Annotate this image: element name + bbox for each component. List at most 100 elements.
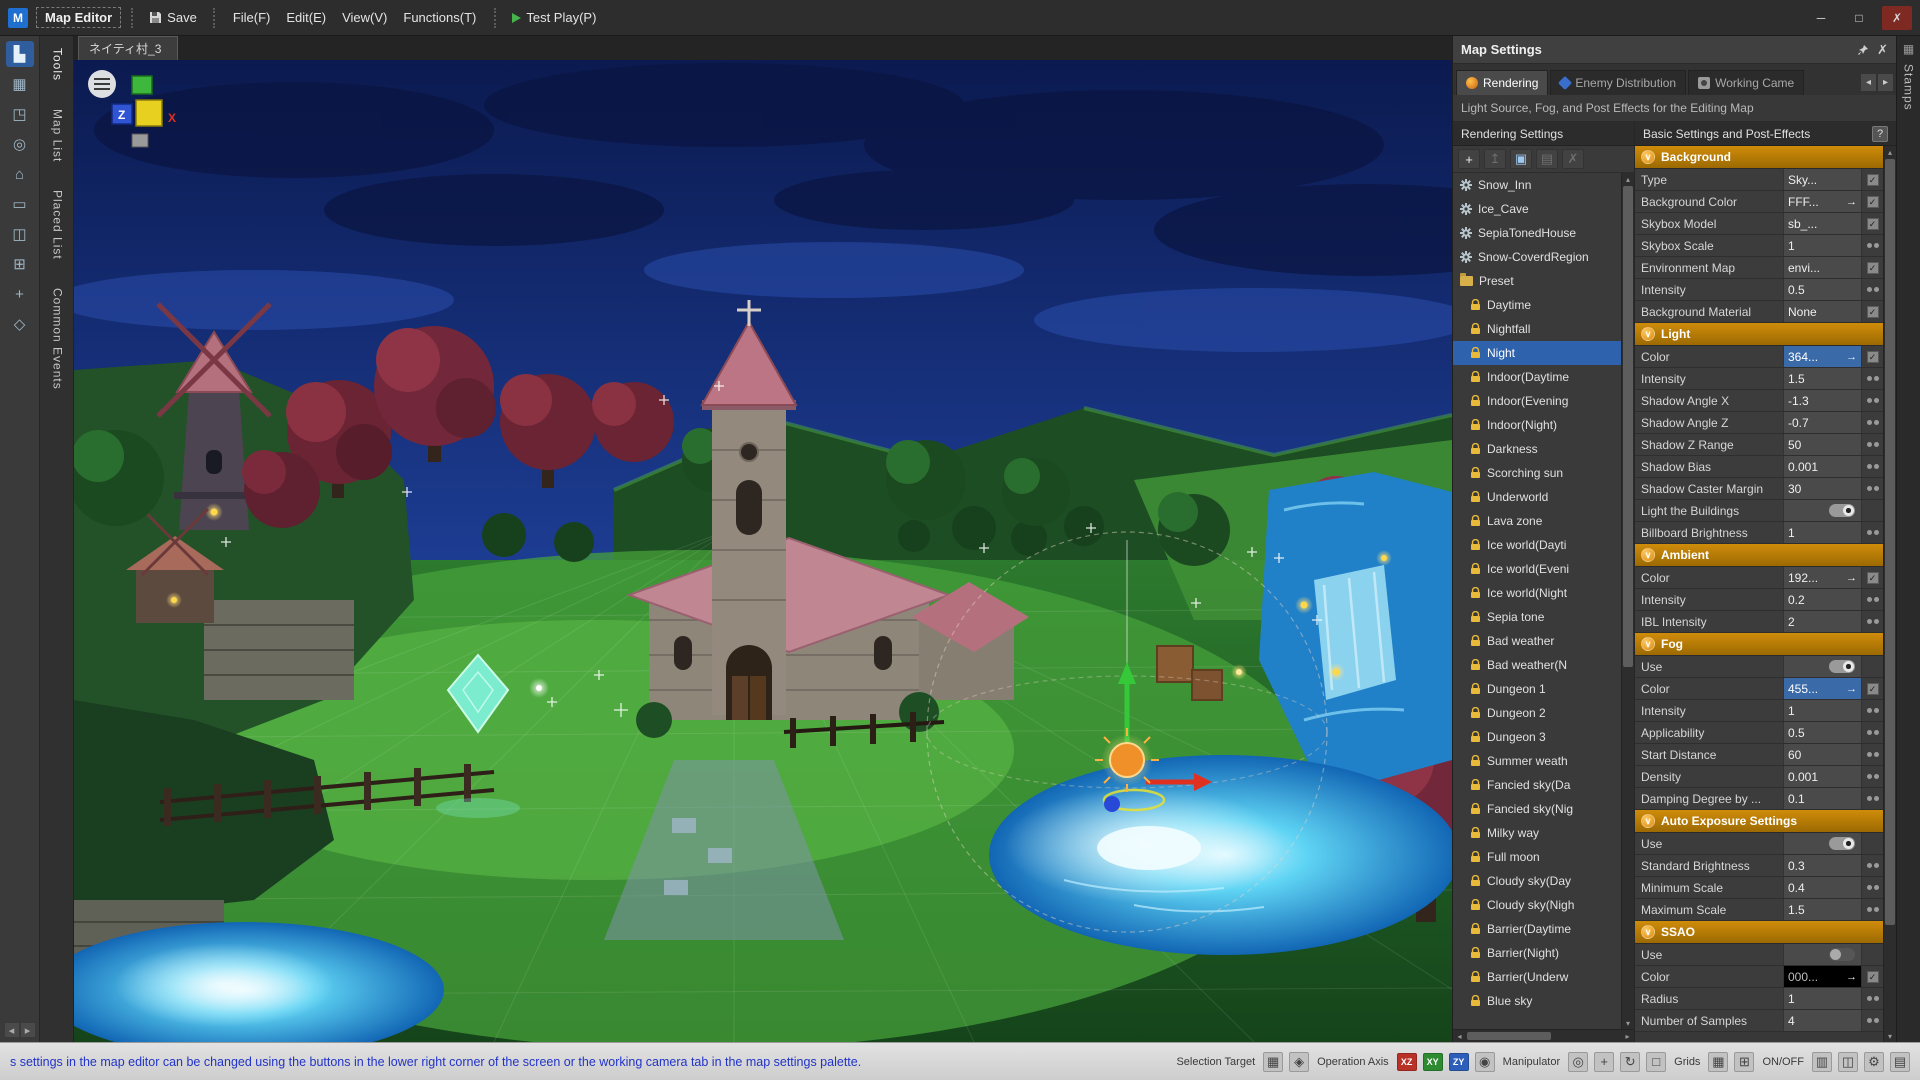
preset-item[interactable]: Night (1453, 341, 1621, 365)
color-picker-arrow[interactable]: → (1842, 196, 1857, 208)
preset-item[interactable]: Dungeon 3 (1453, 725, 1621, 749)
preset-item[interactable]: Indoor(Evening (1453, 389, 1621, 413)
property-value[interactable]: Sky... → (1783, 169, 1861, 190)
preset-item[interactable]: Darkness (1453, 437, 1621, 461)
property-control[interactable]: ✓ (1861, 368, 1883, 389)
property-control[interactable]: ✓ (1861, 235, 1883, 256)
property-value[interactable]: → (1783, 656, 1861, 677)
3d-scene[interactable]: Z X (74, 60, 1452, 1042)
rendering-setting-item[interactable]: Snow-CoverdRegion (1453, 245, 1621, 269)
select-tool-icon[interactable]: ▙ (5, 41, 34, 67)
stepper-icon[interactable] (1866, 1018, 1872, 1023)
preset-item[interactable]: Barrier(Night) (1453, 941, 1621, 965)
preset-item[interactable]: Barrier(Underw (1453, 965, 1621, 989)
section-header[interactable]: ∨ Background (1635, 146, 1883, 169)
layers-button[interactable]: ▤ (1890, 1051, 1910, 1072)
property-value[interactable]: 60 → (1783, 744, 1861, 765)
axis-zy-button[interactable]: ZY (1448, 1052, 1469, 1071)
section-header[interactable]: ∨ SSAO (1635, 921, 1883, 944)
property-control[interactable]: ✓ (1861, 279, 1883, 300)
property-control[interactable]: ✓ (1861, 877, 1883, 898)
preset-item[interactable]: Underworld (1453, 485, 1621, 509)
preset-item[interactable]: Dungeon 1 (1453, 677, 1621, 701)
manipulator-rotate-button[interactable]: ↻ (1620, 1051, 1641, 1072)
preset-item[interactable]: Ice world(Night (1453, 581, 1621, 605)
preset-item[interactable]: Indoor(Daytime (1453, 365, 1621, 389)
axis-xy-button[interactable]: XY (1422, 1052, 1443, 1071)
window-close-button[interactable]: ✗ (1882, 5, 1912, 30)
checkbox-icon[interactable]: ✓ (1866, 305, 1879, 318)
property-control[interactable]: ✓ (1861, 390, 1883, 411)
gem-tool-icon[interactable]: ◇ (6, 311, 34, 337)
preset-item[interactable]: Bad weather (1453, 629, 1621, 653)
stepper-icon[interactable] (1866, 708, 1872, 713)
property-control[interactable]: ✓ (1861, 191, 1883, 212)
tab-enemy-distribution[interactable]: Enemy Distribution (1550, 70, 1687, 95)
menu-item[interactable]: Edit(E) (278, 6, 334, 29)
property-value[interactable]: 1.5 → (1783, 368, 1861, 389)
help-button[interactable]: ? (1872, 125, 1888, 142)
map-viewport[interactable]: ネイティ村_3 Z X (74, 36, 1452, 1042)
stepper-icon[interactable] (1866, 486, 1872, 491)
property-value[interactable]: -0.7 → (1783, 412, 1861, 433)
stepper-icon[interactable] (1866, 796, 1872, 801)
map-tab[interactable]: ネイティ村_3 (78, 36, 179, 60)
settings-button[interactable]: ⚙ (1864, 1051, 1884, 1072)
property-value[interactable]: 0.5 → (1783, 279, 1861, 300)
grid-snap-button[interactable]: ⊞ (1734, 1051, 1755, 1072)
property-value[interactable]: 364... → (1783, 346, 1861, 367)
property-value[interactable]: 1 → (1783, 700, 1861, 721)
stepper-icon[interactable] (1866, 774, 1872, 779)
stepper-icon[interactable] (1866, 442, 1872, 447)
export-rendering-setting-button[interactable]: ▤ (1536, 149, 1558, 169)
test-play-button[interactable]: Test Play(P) (506, 6, 602, 29)
stepper-icon[interactable] (1866, 996, 1872, 1001)
manipulator-move-button[interactable]: + (1594, 1051, 1615, 1072)
preset-item[interactable]: Scorching sun (1453, 461, 1621, 485)
stepper-icon[interactable] (1866, 885, 1872, 890)
property-control[interactable]: ✓ (1861, 944, 1883, 965)
property-value[interactable]: FFF... → (1783, 191, 1861, 212)
checkbox-icon[interactable]: ✓ (1866, 350, 1879, 363)
stepper-icon[interactable] (1866, 752, 1872, 757)
stepper-icon[interactable] (1866, 376, 1872, 381)
stepper-icon[interactable] (1866, 530, 1872, 535)
sidebar-tab-tools[interactable]: Tools (49, 44, 65, 85)
checkbox-icon[interactable]: ✓ (1866, 195, 1879, 208)
display-toggle-2-button[interactable]: ◫ (1838, 1051, 1858, 1072)
grids-toggle-button[interactable]: ▦ (1708, 1051, 1729, 1072)
property-control[interactable]: ✓ (1861, 434, 1883, 455)
color-picker-arrow[interactable]: → (1842, 572, 1857, 584)
property-value[interactable]: 30 → (1783, 478, 1861, 499)
color-picker-arrow[interactable]: → (1842, 971, 1857, 983)
property-value[interactable]: 1 → (1783, 235, 1861, 256)
preset-item[interactable]: Indoor(Night) (1453, 413, 1621, 437)
list-horizontal-scrollbar[interactable]: ◂ ▸ (1453, 1029, 1634, 1042)
tab-scroll-left-button[interactable]: ◂ (1861, 74, 1876, 91)
properties-scrollbar[interactable]: ▴ ▾ (1883, 146, 1896, 1042)
property-control[interactable]: ✓ (1861, 346, 1883, 367)
preset-folder[interactable]: Preset (1453, 269, 1621, 293)
preset-item[interactable]: Cloudy sky(Nigh (1453, 893, 1621, 917)
property-value[interactable]: 2 → (1783, 611, 1861, 632)
scroll-right-button[interactable]: ▸ (20, 1023, 35, 1037)
property-control[interactable]: ✓ (1861, 988, 1883, 1009)
checkbox-icon[interactable]: ✓ (1866, 217, 1879, 230)
list-vertical-scrollbar[interactable]: ▴ ▾ (1621, 173, 1634, 1029)
property-value[interactable]: 0.4 → (1783, 877, 1861, 898)
tab-working-camera[interactable]: Working Came (1688, 70, 1805, 95)
property-value[interactable]: 0.3 → (1783, 855, 1861, 876)
property-value[interactable]: 000... → (1783, 966, 1861, 987)
minimize-button[interactable]: ─ (1806, 6, 1836, 30)
property-control[interactable]: ✓ (1861, 213, 1883, 234)
property-control[interactable]: ✓ (1861, 788, 1883, 809)
property-control[interactable]: ✓ (1861, 301, 1883, 322)
property-value[interactable]: 192... → (1783, 567, 1861, 588)
preset-item[interactable]: Sepia tone (1453, 605, 1621, 629)
property-value[interactable]: 0.2 → (1783, 589, 1861, 610)
property-control[interactable]: ✓ (1861, 412, 1883, 433)
add-rendering-setting-button[interactable]: + (1458, 149, 1480, 169)
preset-item[interactable]: Milky way (1453, 821, 1621, 845)
property-control[interactable]: ✓ (1861, 522, 1883, 543)
axis-mode-button[interactable]: ◉ (1474, 1051, 1495, 1072)
